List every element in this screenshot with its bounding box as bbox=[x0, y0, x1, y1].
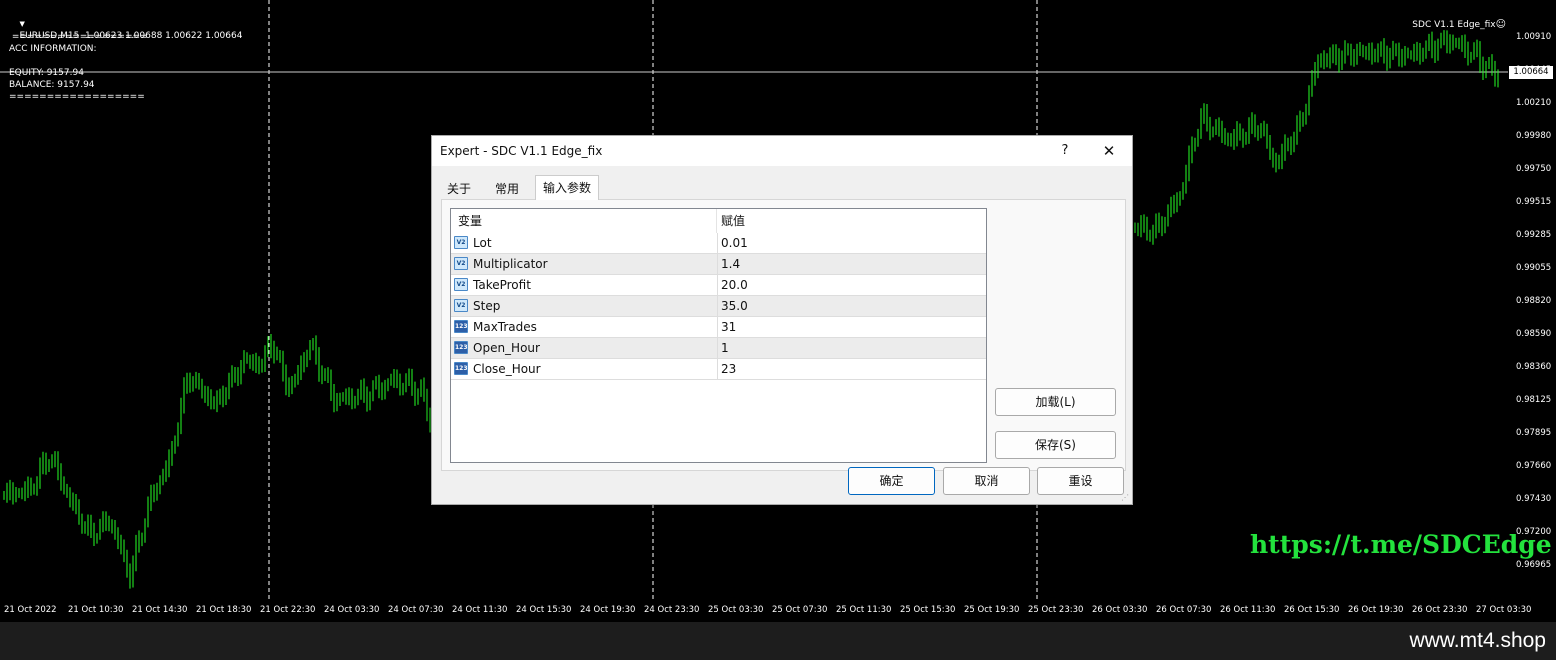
price-tick-label: 0.98125 bbox=[1516, 395, 1552, 405]
time-tick-label: 25 Oct 19:30 bbox=[964, 605, 1020, 615]
param-name: Step bbox=[473, 296, 718, 317]
time-tick-label: 24 Oct 19:30 bbox=[580, 605, 636, 615]
time-tick-label: 25 Oct 03:30 bbox=[708, 605, 764, 615]
time-tick-label: 25 Oct 11:30 bbox=[836, 605, 892, 615]
price-tick-label: 0.99980 bbox=[1516, 131, 1552, 141]
price-tick-label: 0.96965 bbox=[1516, 560, 1552, 570]
time-tick-label: 26 Oct 11:30 bbox=[1220, 605, 1276, 615]
time-tick-label: 21 Oct 10:30 bbox=[68, 605, 124, 615]
footer-site-text: www.mt4.shop bbox=[1409, 629, 1546, 652]
param-value[interactable]: 1.4 bbox=[721, 254, 740, 275]
time-tick-label: 21 Oct 22:30 bbox=[260, 605, 316, 615]
param-name: Multiplicator bbox=[473, 254, 718, 275]
tab-about[interactable]: 关于 bbox=[441, 179, 477, 199]
price-axis[interactable]: 1.009101.004451.002100.999800.997500.995… bbox=[1508, 0, 1556, 600]
param-name: Lot bbox=[473, 233, 718, 254]
expert-properties-dialog[interactable]: Expert - SDC V1.1 Edge_fix ? ✕ 关于 常用 输入参… bbox=[431, 135, 1133, 505]
dialog-titlebar[interactable]: Expert - SDC V1.1 Edge_fix ? ✕ bbox=[432, 136, 1132, 166]
time-tick-label: 25 Oct 23:30 bbox=[1028, 605, 1084, 615]
column-header-value[interactable]: 赋值 bbox=[718, 209, 986, 233]
param-row[interactable]: V2 Step 35.0 bbox=[451, 296, 986, 317]
time-tick-label: 25 Oct 15:30 bbox=[900, 605, 956, 615]
time-tick-label: 25 Oct 07:30 bbox=[772, 605, 828, 615]
param-row[interactable]: V2 Lot 0.01 bbox=[451, 233, 986, 254]
time-tick-label: 21 Oct 2022 bbox=[4, 605, 57, 615]
time-tick-label: 26 Oct 19:30 bbox=[1348, 605, 1404, 615]
param-row[interactable]: 123 Open_Hour 1 bbox=[451, 338, 986, 359]
reset-button[interactable]: 重设 bbox=[1037, 467, 1124, 495]
param-value[interactable]: 31 bbox=[721, 317, 736, 338]
dialog-title: Expert - SDC V1.1 Edge_fix bbox=[440, 144, 603, 158]
time-tick-label: 24 Oct 11:30 bbox=[452, 605, 508, 615]
time-tick-label: 26 Oct 15:30 bbox=[1284, 605, 1340, 615]
param-value[interactable]: 35.0 bbox=[721, 296, 748, 317]
tab-inputs[interactable]: 输入参数 bbox=[535, 175, 600, 200]
time-axis[interactable]: 21 Oct 2022 21 Oct 10:30 21 Oct 14:30 21 Oc… bbox=[0, 600, 1531, 622]
time-tick-label: 24 Oct 23:30 bbox=[644, 605, 700, 615]
param-row[interactable]: 123 Close_Hour 23 bbox=[451, 359, 986, 380]
param-name: Close_Hour bbox=[473, 359, 718, 380]
time-tick-label: 24 Oct 07:30 bbox=[388, 605, 444, 615]
param-row[interactable]: V2 Multiplicator 1.4 bbox=[451, 254, 986, 275]
param-name: TakeProfit bbox=[473, 275, 718, 296]
save-button[interactable]: 保存(S) bbox=[995, 431, 1116, 459]
price-tick-label: 0.99285 bbox=[1516, 230, 1552, 240]
help-button[interactable]: ? bbox=[1047, 140, 1083, 162]
double-type-icon: V2 bbox=[454, 257, 468, 270]
footer-bar: www.mt4.shop bbox=[0, 622, 1556, 660]
dropdown-triangle-icon[interactable]: ▼ bbox=[19, 20, 24, 28]
param-row[interactable]: V2 TakeProfit 20.0 bbox=[451, 275, 986, 296]
time-tick-label: 24 Oct 15:30 bbox=[516, 605, 572, 615]
param-value[interactable]: 1 bbox=[721, 338, 729, 359]
smiley-icon: ☺ bbox=[1495, 19, 1506, 30]
double-type-icon: V2 bbox=[454, 236, 468, 249]
param-value[interactable]: 20.0 bbox=[721, 275, 748, 296]
price-tick-label: 0.97430 bbox=[1516, 494, 1552, 504]
column-header-variable[interactable]: 变量 bbox=[451, 209, 717, 233]
param-name: Open_Hour bbox=[473, 338, 718, 359]
double-type-icon: V2 bbox=[454, 278, 468, 291]
time-tick-label: 26 Oct 03:30 bbox=[1092, 605, 1148, 615]
ea-name: SDC V1.1 Edge_fix bbox=[1412, 20, 1496, 30]
price-tick-label: 0.99515 bbox=[1516, 197, 1552, 207]
current-price-label: 1.00664 bbox=[1509, 66, 1553, 79]
time-tick-label: 26 Oct 23:30 bbox=[1412, 605, 1468, 615]
ea-label[interactable]: SDC V1.1 Edge_fix☺ bbox=[1401, 7, 1506, 43]
close-button[interactable]: ✕ bbox=[1091, 140, 1127, 162]
cancel-button[interactable]: 取消 bbox=[943, 467, 1030, 495]
price-tick-label: 1.00910 bbox=[1516, 32, 1552, 42]
time-tick-label: 21 Oct 18:30 bbox=[196, 605, 252, 615]
price-tick-label: 1.00210 bbox=[1516, 98, 1552, 108]
time-tick-label: 27 Oct 03:30 bbox=[1476, 605, 1532, 615]
integer-type-icon: 123 bbox=[454, 341, 468, 354]
param-value[interactable]: 23 bbox=[721, 359, 736, 380]
tab-common[interactable]: 常用 bbox=[489, 179, 525, 199]
account-info-block: ================== ACC INFORMATION: EQUI… bbox=[9, 32, 148, 102]
time-tick-label: 24 Oct 03:30 bbox=[324, 605, 380, 615]
double-type-icon: V2 bbox=[454, 299, 468, 312]
price-tick-label: 0.99750 bbox=[1516, 164, 1552, 174]
price-tick-label: 0.97895 bbox=[1516, 428, 1552, 438]
integer-type-icon: 123 bbox=[454, 320, 468, 333]
telegram-link[interactable]: https://t.me/SDCEdge bbox=[1250, 530, 1552, 559]
ok-button[interactable]: 确定 bbox=[848, 467, 935, 495]
price-tick-label: 0.98820 bbox=[1516, 296, 1552, 306]
integer-type-icon: 123 bbox=[454, 362, 468, 375]
load-button[interactable]: 加载(L) bbox=[995, 388, 1116, 416]
param-row[interactable]: 123 MaxTrades 31 bbox=[451, 317, 986, 338]
param-value[interactable]: 0.01 bbox=[721, 233, 748, 254]
price-tick-label: 0.98360 bbox=[1516, 362, 1552, 372]
price-tick-label: 0.97660 bbox=[1516, 461, 1552, 471]
time-tick-label: 21 Oct 14:30 bbox=[132, 605, 188, 615]
resize-grip-icon[interactable]: ⋰ bbox=[1121, 493, 1129, 502]
input-parameters-table[interactable]: 变量 赋值 V2 Lot 0.01 V2 Multiplicator 1.4 V2 TakeP… bbox=[450, 208, 987, 463]
time-tick-label: 26 Oct 07:30 bbox=[1156, 605, 1212, 615]
price-tick-label: 0.98590 bbox=[1516, 329, 1552, 339]
param-name: MaxTrades bbox=[473, 317, 718, 338]
price-tick-label: 0.99055 bbox=[1516, 263, 1552, 273]
